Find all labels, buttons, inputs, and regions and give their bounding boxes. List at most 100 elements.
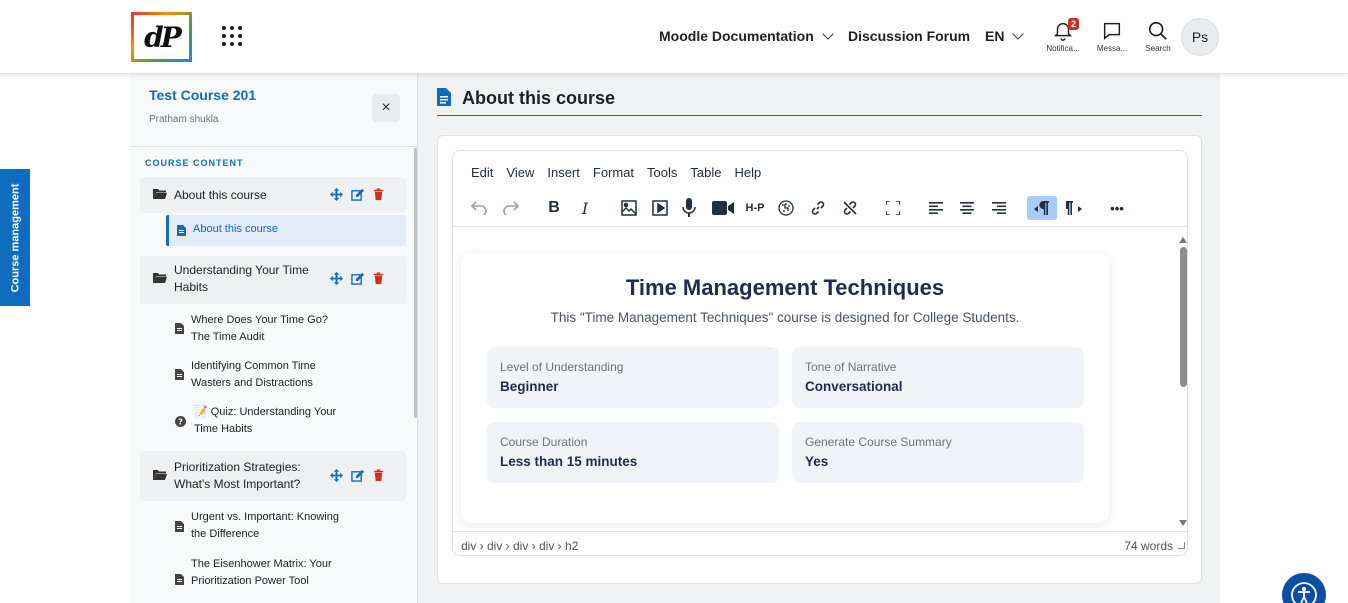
menu-format[interactable]: Format: [593, 165, 634, 180]
h5p-icon: H-P: [745, 202, 765, 214]
activity-time-wasters[interactable]: Identifying Common Time Wasters and Dist…: [191, 358, 341, 392]
search-icon: [1148, 21, 1167, 40]
activity-eisenhower-matrix[interactable]: The Eisenhower Matrix: Your Prioritizati…: [191, 556, 341, 590]
bold-button[interactable]: B: [541, 196, 567, 220]
folder-open-icon: [153, 470, 167, 480]
info-box-level: Level of Understanding Beginner: [487, 347, 779, 408]
delete-icon[interactable]: [372, 272, 385, 285]
editor-content[interactable]: Time Management Techniques This "Time Ma…: [453, 233, 1177, 529]
nav-discussion-forum[interactable]: Discussion Forum: [848, 28, 970, 44]
info-label: Generate Course Summary: [805, 435, 952, 449]
align-left-button[interactable]: [923, 196, 949, 220]
media-button[interactable]: [647, 196, 673, 220]
editor-menubar: Edit View Insert Format Tools Table Help: [471, 165, 761, 180]
section-about-this-course[interactable]: About this course: [140, 177, 406, 213]
info-value: Beginner: [500, 379, 559, 394]
menu-help[interactable]: Help: [734, 165, 761, 180]
close-icon: ×: [381, 99, 391, 116]
redo-button[interactable]: [498, 196, 524, 220]
app-launcher-icon[interactable]: [222, 26, 242, 46]
course-info-card: Time Management Techniques This "Time Ma…: [461, 253, 1109, 523]
ltr-button[interactable]: [1027, 196, 1057, 220]
svg-text:?: ?: [178, 418, 183, 427]
brain-icon: [778, 200, 794, 216]
activity-label: About this course: [193, 223, 278, 235]
section-actions: [330, 469, 385, 482]
edit-icon[interactable]: [351, 272, 364, 285]
notifications-button[interactable]: 2 Notifica...: [1041, 18, 1085, 53]
activity-quiz-time-habits[interactable]: 📝 Quiz: Understanding Your Time Habits: [194, 404, 344, 438]
fullscreen-button[interactable]: [880, 196, 906, 220]
move-icon[interactable]: [330, 272, 343, 285]
menu-insert[interactable]: Insert: [547, 165, 580, 180]
menu-view[interactable]: View: [506, 165, 534, 180]
section-prioritization-strategies[interactable]: Prioritization Strategies: What's Most I…: [140, 451, 406, 501]
rtl-button[interactable]: [1061, 196, 1087, 220]
align-right-button[interactable]: [986, 196, 1012, 220]
media-play-icon: [652, 200, 668, 216]
image-button[interactable]: [616, 196, 642, 220]
course-title[interactable]: Test Course 201: [149, 87, 256, 103]
course-management-tab[interactable]: Course management: [0, 169, 30, 306]
ai-button[interactable]: [773, 196, 799, 220]
align-right-icon: [992, 202, 1006, 214]
menu-tools[interactable]: Tools: [647, 165, 677, 180]
info-value: Less than 15 minutes: [500, 454, 638, 469]
scroll-up-arrow[interactable]: [1179, 237, 1187, 243]
italic-button[interactable]: I: [572, 196, 598, 220]
left-to-right-icon: [1034, 201, 1049, 215]
menu-edit[interactable]: Edit: [471, 165, 493, 180]
close-drawer-button[interactable]: ×: [372, 94, 400, 122]
fullscreen-icon: [886, 201, 900, 215]
drawer-scrollbar[interactable]: [414, 148, 417, 418]
resize-handle-icon[interactable]: [1178, 542, 1185, 549]
section-actions: [330, 188, 385, 201]
page-header: About this course: [437, 86, 1202, 116]
user-avatar[interactable]: Ps: [1181, 18, 1219, 56]
edit-icon[interactable]: [351, 188, 364, 201]
delete-icon[interactable]: [372, 188, 385, 201]
editor-statusbar: div › div › div › div › h2 74 words: [453, 531, 1187, 555]
activity-time-audit[interactable]: Where Does Your Time Go? The Time Audit: [191, 312, 341, 346]
scroll-down-arrow[interactable]: [1179, 520, 1187, 526]
h5p-button[interactable]: H-P: [742, 196, 768, 220]
scroll-thumb[interactable]: [1180, 247, 1187, 387]
move-icon[interactable]: [330, 469, 343, 482]
quiz-icon: ?: [175, 416, 186, 427]
element-path[interactable]: div › div › div › div › h2: [461, 539, 578, 553]
section-understanding-your-time-habits[interactable]: Understanding Your Time Habits: [140, 256, 406, 304]
more-icon: •••: [1110, 200, 1124, 216]
record-audio-button[interactable]: [676, 196, 702, 220]
undo-icon: [471, 201, 487, 215]
right-to-left-icon: [1066, 201, 1082, 215]
edit-icon[interactable]: [351, 469, 364, 482]
info-label: Level of Understanding: [500, 360, 624, 374]
delete-icon[interactable]: [372, 469, 385, 482]
unlink-button[interactable]: [837, 196, 863, 220]
undo-button[interactable]: [466, 196, 492, 220]
editor-scrollbar[interactable]: [1177, 233, 1187, 529]
messages-button[interactable]: Messa...: [1090, 20, 1134, 53]
folder-open-icon: [153, 273, 167, 283]
link-button[interactable]: [805, 196, 831, 220]
more-button[interactable]: •••: [1104, 196, 1130, 220]
nav-link-label: Moodle Documentation: [659, 28, 814, 44]
page-icon: [175, 574, 184, 585]
site-logo[interactable]: dP: [131, 12, 192, 62]
page-icon: [177, 225, 186, 236]
accessibility-button[interactable]: [1282, 573, 1326, 603]
record-video-button[interactable]: [710, 196, 736, 220]
activity-about-this-course[interactable]: About this course: [166, 215, 406, 246]
info-value: Conversational: [805, 379, 903, 394]
move-icon[interactable]: [330, 188, 343, 201]
nav-moodle-documentation[interactable]: Moodle Documentation: [659, 28, 834, 44]
search-button[interactable]: Search: [1136, 20, 1180, 53]
activity-urgent-vs-important[interactable]: Urgent vs. Important: Knowing the Differ…: [191, 509, 341, 543]
section-title: Prioritization Strategies: What's Most I…: [174, 460, 301, 491]
word-count[interactable]: 74 words: [1124, 539, 1173, 553]
menu-table[interactable]: Table: [690, 165, 721, 180]
align-center-button[interactable]: [954, 196, 980, 220]
avatar-initials: Ps: [1191, 29, 1209, 45]
info-value: Yes: [805, 454, 829, 469]
language-selector[interactable]: EN: [985, 28, 1025, 44]
